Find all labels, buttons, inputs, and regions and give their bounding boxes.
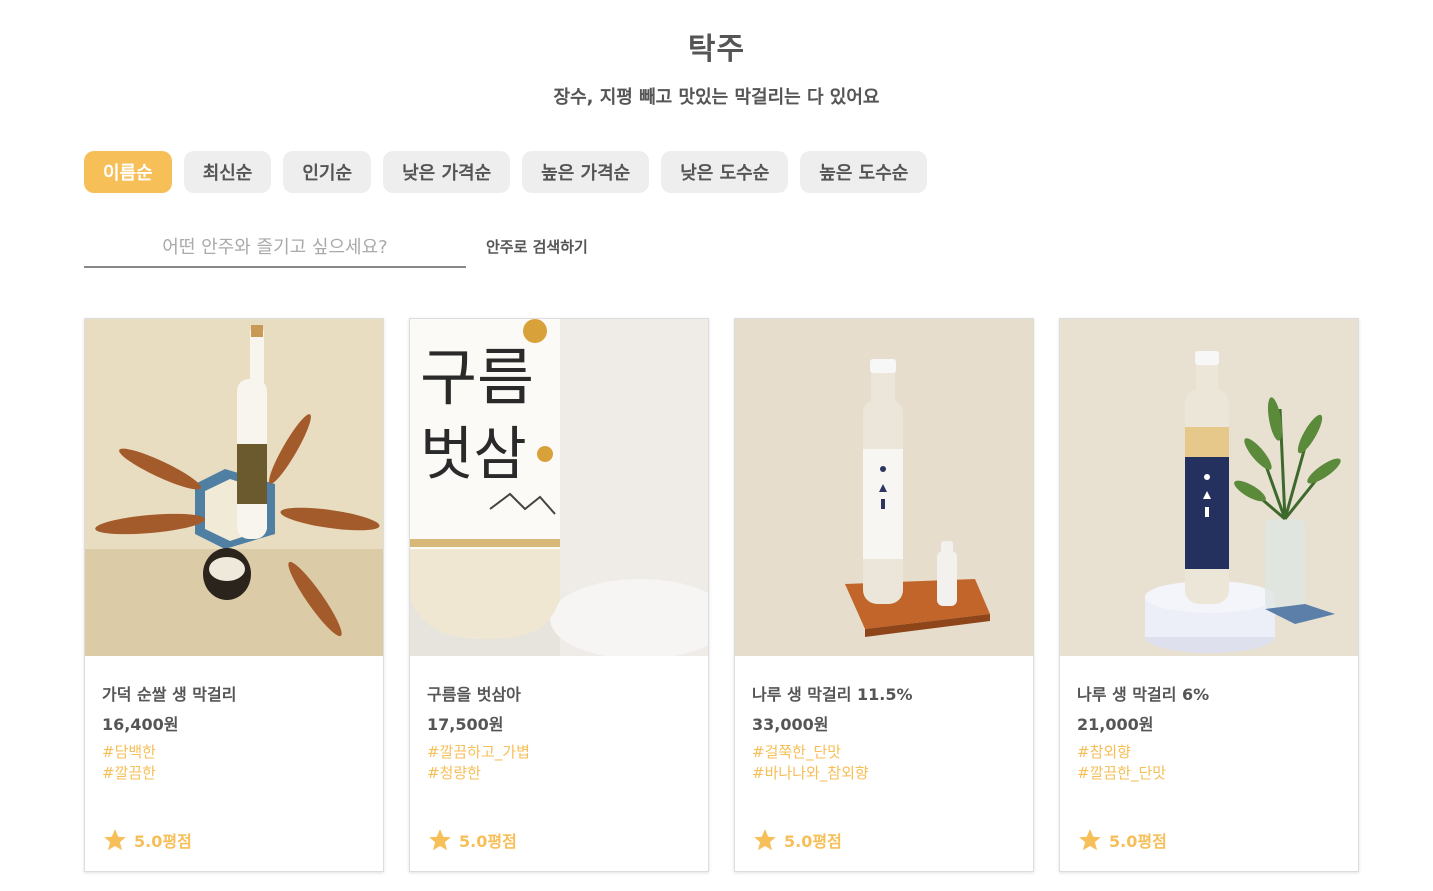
search-button[interactable]: 안주로 검색하기 [486, 236, 588, 257]
product-price: 17,500원 [427, 715, 504, 734]
rating-text: 5.0평점 [459, 832, 517, 851]
star-icon [429, 829, 451, 851]
product-tags: #담백한 #깔끔한 [102, 742, 156, 784]
product-tags: #걸쭉한_단맛 #바나나와_참외향 [752, 742, 869, 784]
product-card[interactable]: 나루 생 막걸리 11.5% 33,000원 #걸쭉한_단맛 #바나나와_참외향… [734, 318, 1034, 872]
product-tags: #참외향 #깔끔한_단맛 [1077, 742, 1166, 784]
product-tags: #깔끔하고_가볍 #청량한 [427, 742, 530, 784]
star-icon [754, 829, 776, 851]
sort-button-name[interactable]: 이름순 [84, 151, 172, 193]
product-image: 구름 벗삼 [410, 319, 708, 656]
product-tag[interactable]: #깔끔한_단맛 [1077, 763, 1166, 784]
product-card[interactable]: 나루 생 막걸리 6% 21,000원 #참외향 #깔끔한_단맛 5.0평점 [1059, 318, 1359, 872]
svg-text:벗삼: 벗삼 [420, 420, 527, 488]
product-image [85, 319, 383, 656]
product-tag[interactable]: #깔끔한 [102, 763, 156, 784]
sort-button-price-low[interactable]: 낮은 가격순 [383, 151, 511, 193]
sort-button-abv-low[interactable]: 낮은 도수순 [661, 151, 789, 193]
star-icon [1079, 829, 1101, 851]
product-name: 나루 생 막걸리 11.5% [752, 685, 913, 704]
svg-text:구름: 구름 [420, 341, 534, 414]
sort-button-price-high[interactable]: 높은 가격순 [522, 151, 650, 193]
star-icon [104, 829, 126, 851]
product-image [1060, 319, 1358, 656]
product-card[interactable]: 가덕 순쌀 생 막걸리 16,400원 #담백한 #깔끔한 5.0평점 [84, 318, 384, 872]
product-rating: 5.0평점 [427, 827, 517, 853]
product-rating: 5.0평점 [102, 827, 192, 853]
rating-text: 5.0평점 [1109, 832, 1167, 851]
sort-button-newest[interactable]: 최신순 [183, 151, 272, 193]
product-price: 21,000원 [1077, 715, 1154, 734]
product-rating: 5.0평점 [1077, 827, 1167, 853]
search-input[interactable] [84, 228, 466, 266]
product-name: 가덕 순쌀 생 막걸리 [102, 685, 237, 704]
product-price: 16,400원 [102, 715, 179, 734]
rating-text: 5.0평점 [134, 832, 192, 851]
product-price: 33,000원 [752, 715, 829, 734]
page-title: 탁주 [687, 32, 746, 67]
sort-button-popular[interactable]: 인기순 [283, 151, 372, 193]
product-tag[interactable]: #바나나와_참외향 [752, 763, 869, 784]
product-tag[interactable]: #참외향 [1077, 742, 1166, 763]
rating-text: 5.0평점 [784, 832, 842, 851]
product-rating: 5.0평점 [752, 827, 842, 853]
product-tag[interactable]: #담백한 [102, 742, 156, 763]
sort-bar: 이름순 최신순 인기순 낮은 가격순 높은 가격순 낮은 도수순 높은 도수순 [84, 151, 928, 193]
search-field-wrapper [84, 228, 466, 268]
product-name: 구름을 벗삼아 [427, 685, 521, 704]
product-tag[interactable]: #깔끔하고_가볍 [427, 742, 530, 763]
product-card[interactable]: 구름 벗삼 구름을 벗삼아 17,500원 #깔끔하고_가볍 #청량한 5.0평… [409, 318, 709, 872]
product-tag[interactable]: #청량한 [427, 763, 530, 784]
product-grid: 가덕 순쌀 생 막걸리 16,400원 #담백한 #깔끔한 5.0평점 구름 벗… [84, 318, 1359, 872]
product-name: 나루 생 막걸리 6% [1077, 685, 1210, 704]
product-tag[interactable]: #걸쭉한_단맛 [752, 742, 869, 763]
sort-button-abv-high[interactable]: 높은 도수순 [800, 151, 928, 193]
page-subtitle: 장수, 지평 빼고 맛있는 막걸리는 다 있어요 [553, 87, 880, 108]
product-image [735, 319, 1033, 656]
